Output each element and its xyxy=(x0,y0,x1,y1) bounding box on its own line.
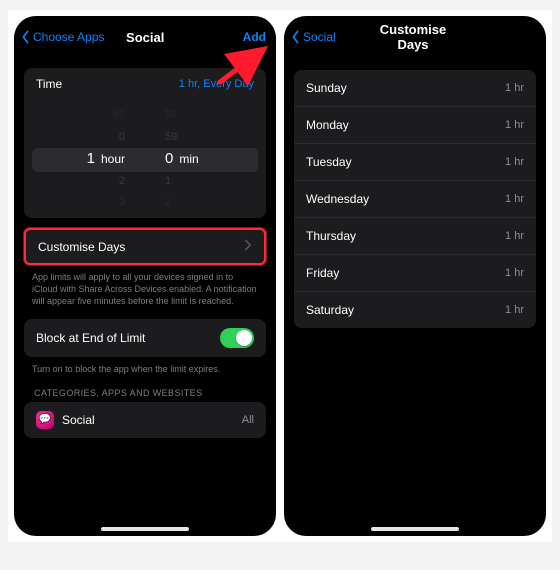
day-value: 1 hr xyxy=(505,230,524,242)
block-card: Block at End of Limit xyxy=(24,319,266,357)
day-value: 1 hr xyxy=(505,304,524,316)
home-indicator[interactable] xyxy=(371,527,459,531)
day-row-monday[interactable]: Monday 1 hr xyxy=(294,106,536,143)
day-label: Saturday xyxy=(306,303,354,317)
day-row-sunday[interactable]: Sunday 1 hr xyxy=(294,70,536,106)
day-row-saturday[interactable]: Saturday 1 hr xyxy=(294,291,536,328)
time-picker[interactable]: 67 0 1hour 2 3 58 59 0min 1 2 xyxy=(24,100,266,218)
days-list: Sunday 1 hr Monday 1 hr Tuesday 1 hr Wednes… xyxy=(294,70,536,328)
customise-days-label: Customise Days xyxy=(38,240,125,254)
day-value: 1 hr xyxy=(505,193,524,205)
day-value: 1 hr xyxy=(505,156,524,168)
time-value: 1 hr, Every Day xyxy=(179,78,254,90)
day-row-tuesday[interactable]: Tuesday 1 hr xyxy=(294,143,536,180)
page-title: Customise Days xyxy=(370,22,456,52)
time-row: Time 1 hr, Every Day xyxy=(24,68,266,100)
back-label: Choose Apps xyxy=(33,30,104,44)
add-button[interactable]: Add xyxy=(186,30,266,44)
day-label: Monday xyxy=(306,118,349,132)
block-note: Turn on to block the app when the limit … xyxy=(24,357,266,375)
day-value: 1 hr xyxy=(505,119,524,131)
day-label: Wednesday xyxy=(306,192,369,206)
navbar: Choose Apps Social Add xyxy=(14,16,276,56)
chevron-left-icon xyxy=(20,30,31,44)
time-label: Time xyxy=(36,77,62,91)
back-label: Social xyxy=(303,30,336,44)
day-label: Friday xyxy=(306,266,339,280)
category-card: 💬 Social All xyxy=(24,402,266,438)
minutes-column[interactable]: 58 59 0min 1 2 xyxy=(165,100,217,218)
day-row-friday[interactable]: Friday 1 hr xyxy=(294,254,536,291)
day-row-wednesday[interactable]: Wednesday 1 hr xyxy=(294,180,536,217)
day-value: 1 hr xyxy=(505,267,524,279)
navbar: Social Customise Days xyxy=(284,16,546,56)
day-label: Thursday xyxy=(306,229,356,243)
social-category-icon: 💬 xyxy=(36,411,54,429)
day-row-thursday[interactable]: Thursday 1 hr xyxy=(294,217,536,254)
day-label: Sunday xyxy=(306,81,347,95)
toggle-knob xyxy=(236,330,252,346)
block-row[interactable]: Block at End of Limit xyxy=(24,319,266,357)
phone-left: Choose Apps Social Add Time 1 hr, Every … xyxy=(14,16,276,536)
day-label: Tuesday xyxy=(306,155,352,169)
category-label: Social xyxy=(62,413,95,427)
customise-days-row[interactable]: Customise Days xyxy=(24,228,266,265)
category-trailing: All xyxy=(242,414,254,426)
chevron-right-icon xyxy=(244,239,252,254)
limits-note: App limits will apply to all your device… xyxy=(24,265,266,307)
back-button[interactable]: Social xyxy=(290,30,370,44)
picker-selection-band xyxy=(32,148,258,172)
chevron-left-icon xyxy=(290,30,301,44)
phone-right: Social Customise Days Sunday 1 hr Monday 1… xyxy=(284,16,546,536)
block-toggle[interactable] xyxy=(220,328,254,348)
hours-column[interactable]: 67 0 1hour 2 3 xyxy=(73,100,125,218)
categories-section-label: CATEGORIES, APPS AND WEBSITES xyxy=(24,376,266,402)
day-value: 1 hr xyxy=(505,82,524,94)
home-indicator[interactable] xyxy=(101,527,189,531)
time-card: Time 1 hr, Every Day 67 0 1hour 2 3 58 5… xyxy=(24,68,266,218)
back-button[interactable]: Choose Apps xyxy=(20,30,104,44)
page-title: Social xyxy=(104,30,186,45)
block-label: Block at End of Limit xyxy=(36,331,145,345)
category-row[interactable]: 💬 Social All xyxy=(24,402,266,438)
